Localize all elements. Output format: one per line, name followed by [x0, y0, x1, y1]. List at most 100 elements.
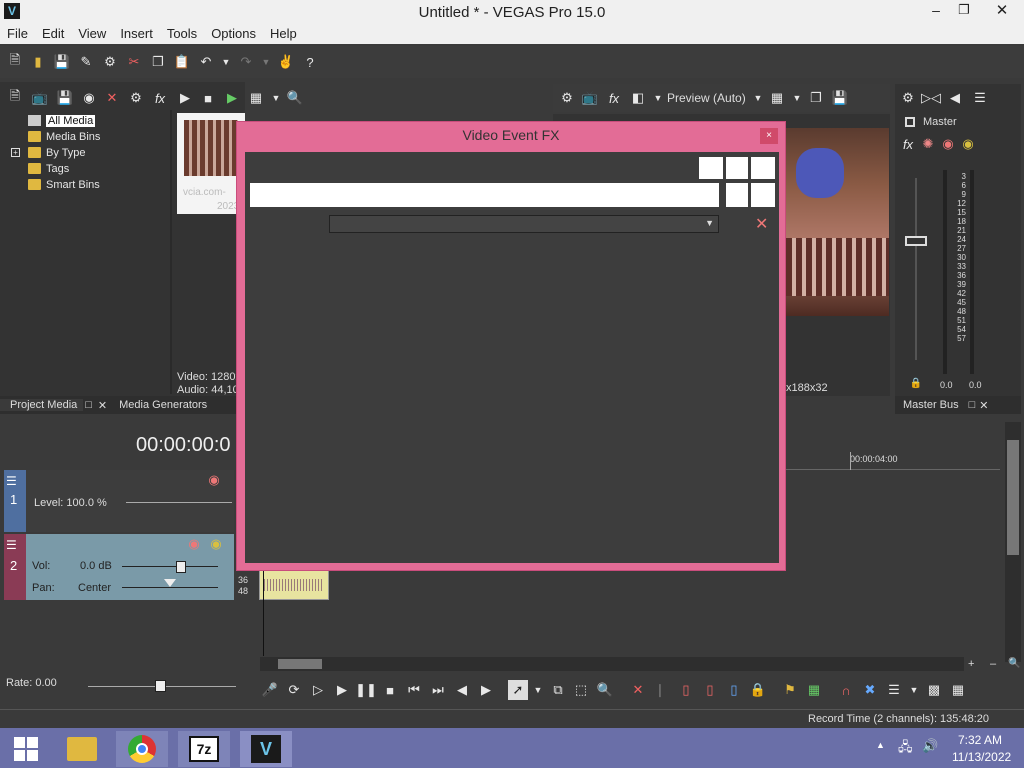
master-solo-icon[interactable]: ◉	[958, 134, 978, 154]
tree-item-all-media[interactable]: All Media	[0, 113, 170, 129]
plugin-chooser-button[interactable]	[726, 157, 748, 179]
split-screen-icon[interactable]: ◧	[628, 88, 648, 108]
zoom-tool-button-icon[interactable]: 🔍	[595, 680, 615, 700]
edit-tool-dropdown-icon[interactable]: ▼	[528, 680, 548, 700]
open-folder-icon[interactable]: ▮	[28, 52, 48, 72]
undo-dropdown-icon[interactable]: ▼	[216, 52, 236, 72]
tab-window-icon[interactable]: □	[83, 399, 94, 411]
ripple-edit-icon[interactable]: ☰	[884, 680, 904, 700]
tab-project-media[interactable]: Project Media	[0, 399, 84, 411]
timeline-scrollbar[interactable]	[1005, 422, 1021, 662]
video-track-header[interactable]: ☰ 1 Level: 100.0 % ◉	[4, 470, 234, 532]
hscroll-thumb[interactable]	[278, 659, 322, 669]
tab-close-icon[interactable]: ✕	[977, 399, 990, 412]
tree-item-smart-bins[interactable]: Smart Bins	[0, 177, 170, 193]
save-icon[interactable]: 💾	[52, 52, 72, 72]
selection-tool-icon[interactable]: ⬚	[571, 680, 591, 700]
tree-item-media-bins[interactable]: Media Bins	[0, 129, 170, 145]
clock-time[interactable]: 7:32 AM	[958, 733, 1002, 747]
pan-slider-handle[interactable]	[164, 579, 176, 587]
preset-dropdown-icon[interactable]: ▼	[705, 218, 714, 228]
rate-slider-handle[interactable]	[155, 680, 166, 692]
audio-mute-icon[interactable]: ◉	[184, 534, 204, 554]
dialog-close-button[interactable]: ×	[760, 128, 778, 144]
preview-properties-icon[interactable]: ⚙	[557, 88, 577, 108]
plugin-chain-slot[interactable]	[699, 157, 723, 179]
record-icon[interactable]: 🎤	[260, 680, 280, 700]
preview-device-icon[interactable]: 📺	[580, 88, 600, 108]
vol-slider[interactable]	[122, 566, 218, 567]
tab-media-generators[interactable]: Media Generators	[111, 399, 215, 411]
video-track-menu-icon[interactable]: ☰	[6, 474, 17, 488]
pan-slider[interactable]	[122, 587, 218, 588]
next-frame-icon[interactable]: ▶	[476, 680, 496, 700]
tab-master-bus[interactable]: Master Bus	[895, 399, 967, 411]
video-level-slider[interactable]	[126, 502, 232, 503]
normal-edit-tool-icon[interactable]: ➚	[508, 680, 528, 700]
views-icon[interactable]: ▦	[246, 88, 266, 108]
master-checkbox[interactable]	[905, 117, 915, 127]
menu-tools[interactable]: Tools	[160, 24, 204, 44]
taskbar-file-explorer[interactable]	[56, 731, 108, 767]
audio-track-menu-icon[interactable]: ☰	[6, 538, 17, 552]
restore-button[interactable]: ❐	[952, 2, 976, 20]
audio-event-clip[interactable]	[259, 566, 329, 600]
stop-icon[interactable]: ■	[380, 680, 400, 700]
master-properties-icon[interactable]: ⚙	[898, 88, 918, 108]
start-button[interactable]	[0, 731, 52, 767]
taskbar-vegas[interactable]: V	[240, 731, 292, 767]
scroll-thumb[interactable]	[1007, 440, 1019, 555]
plugin-chain-bar[interactable]	[250, 183, 719, 207]
overlays-grid-icon[interactable]: ▦	[767, 88, 787, 108]
menu-view[interactable]: View	[71, 24, 113, 44]
tab-window-icon[interactable]: □	[967, 399, 978, 411]
envelope-tool-icon[interactable]: ⧉	[548, 680, 568, 700]
master-mute-icon[interactable]: ▷◁	[921, 88, 941, 108]
play-from-start-icon[interactable]: ▷	[308, 680, 328, 700]
go-to-end-icon[interactable]: ⏭	[428, 680, 448, 700]
ignore-grouping-icon[interactable]: ▦	[948, 680, 968, 700]
snapping-icon[interactable]: ∩	[836, 680, 856, 700]
ripple-dropdown-icon[interactable]: ▼	[904, 680, 924, 700]
plugin-move-right-button[interactable]	[751, 183, 775, 207]
menu-options[interactable]: Options	[204, 24, 263, 44]
media-properties-icon[interactable]: ⚙	[126, 88, 146, 108]
capture-icon[interactable]: 📺	[30, 88, 50, 108]
menu-insert[interactable]: Insert	[113, 24, 160, 44]
master-settings-icon[interactable]: ✺	[918, 134, 938, 154]
close-button[interactable]: ✕	[990, 1, 1014, 19]
trim-icon[interactable]: ❘	[650, 680, 670, 700]
lock-event-icon[interactable]: 🔒	[748, 680, 768, 700]
trim-start-icon[interactable]: ▯	[676, 680, 696, 700]
previous-frame-icon[interactable]: ◀	[452, 680, 472, 700]
lock-envelopes-icon[interactable]: ▩	[924, 680, 944, 700]
master-fx-icon[interactable]: fx	[898, 134, 918, 154]
playhead-cursor[interactable]	[263, 560, 264, 656]
tray-network-icon[interactable]: 🖧	[898, 738, 913, 760]
auto-preview-icon[interactable]: ▶	[222, 88, 242, 108]
menu-help[interactable]: Help	[263, 24, 304, 44]
media-thumbnail[interactable]: vcia.com- 2023	[177, 113, 245, 214]
split-dropdown-icon[interactable]: ▼	[648, 88, 668, 108]
insert-marker-icon[interactable]: ⚑	[780, 680, 800, 700]
delete-preset-icon[interactable]: ✕	[755, 214, 768, 234]
pause-icon[interactable]: ❚❚	[355, 680, 377, 700]
audio-track-header[interactable]: ☰ 2 ◉ ◉ Vol: 0.0 dB Pan: Center	[4, 534, 234, 600]
import-media-icon[interactable]: 🗎	[5, 88, 25, 108]
overlays-dropdown-icon[interactable]: ▼	[787, 88, 807, 108]
master-mute-button-icon[interactable]: ◉	[938, 134, 958, 154]
media-fx-icon[interactable]: fx	[150, 88, 170, 108]
video-mute-icon[interactable]: ◉	[204, 470, 224, 490]
remove-media-icon[interactable]: ✕	[102, 88, 122, 108]
go-to-start-icon[interactable]: ⏮	[404, 680, 424, 700]
tree-item-tags[interactable]: Tags	[0, 161, 170, 177]
preview-quality-select[interactable]: Preview (Auto)	[667, 91, 746, 105]
zoom-out-button[interactable]: –	[990, 658, 996, 670]
plugin-remove-button[interactable]	[751, 157, 775, 179]
search-icon[interactable]: 🔍	[285, 88, 305, 108]
master-mixer-icon[interactable]: ☰	[970, 88, 990, 108]
zoom-tool-icon[interactable]: 🔍	[1008, 658, 1020, 669]
render-icon[interactable]: ✎	[76, 52, 96, 72]
taskbar-chrome[interactable]	[116, 731, 168, 767]
minimize-button[interactable]: –	[924, 2, 948, 20]
